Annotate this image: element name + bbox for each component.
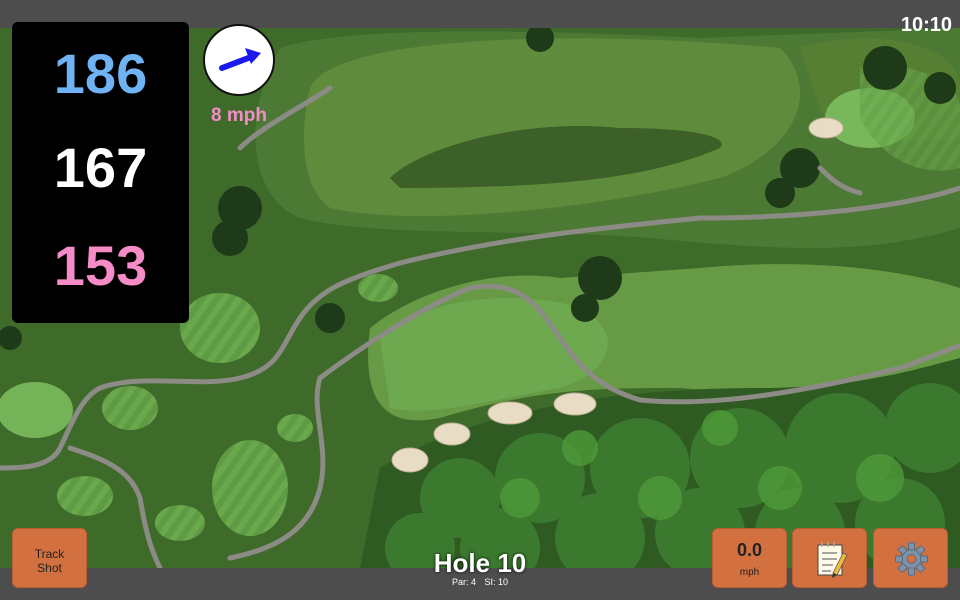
hole-par: Par: 4 [451,577,476,587]
speed-button[interactable]: 0.0 mph [712,528,787,588]
scorecard-notes-button[interactable] [792,528,867,588]
wind-indicator [203,24,275,96]
speed-value: 0.0 [736,540,763,560]
gear-icon [895,542,928,576]
track-shot-button[interactable]: Track Shot [12,528,87,588]
hole-info: Par: 4 SI: 10 [380,577,580,587]
wind-direction-arrow-icon [219,48,261,71]
settings-button[interactable] [873,528,948,588]
track-shot-label-line2: Shot [37,561,62,575]
yardage-panel: 186 167 153 [12,22,189,323]
hole-stroke-index: SI: 10 [484,577,509,587]
wind-speed: 8 mph [211,105,267,126]
back-yardage: 186 [53,42,148,105]
middle-yardage: 167 [53,136,148,199]
hole-title: Hole 10 [433,548,527,578]
track-shot-label-line1: Track [34,547,65,561]
clock: 10:10 [900,14,952,36]
speed-unit: mph [739,567,760,578]
front-yardage: 153 [53,234,148,297]
notepad-icon [817,542,848,578]
